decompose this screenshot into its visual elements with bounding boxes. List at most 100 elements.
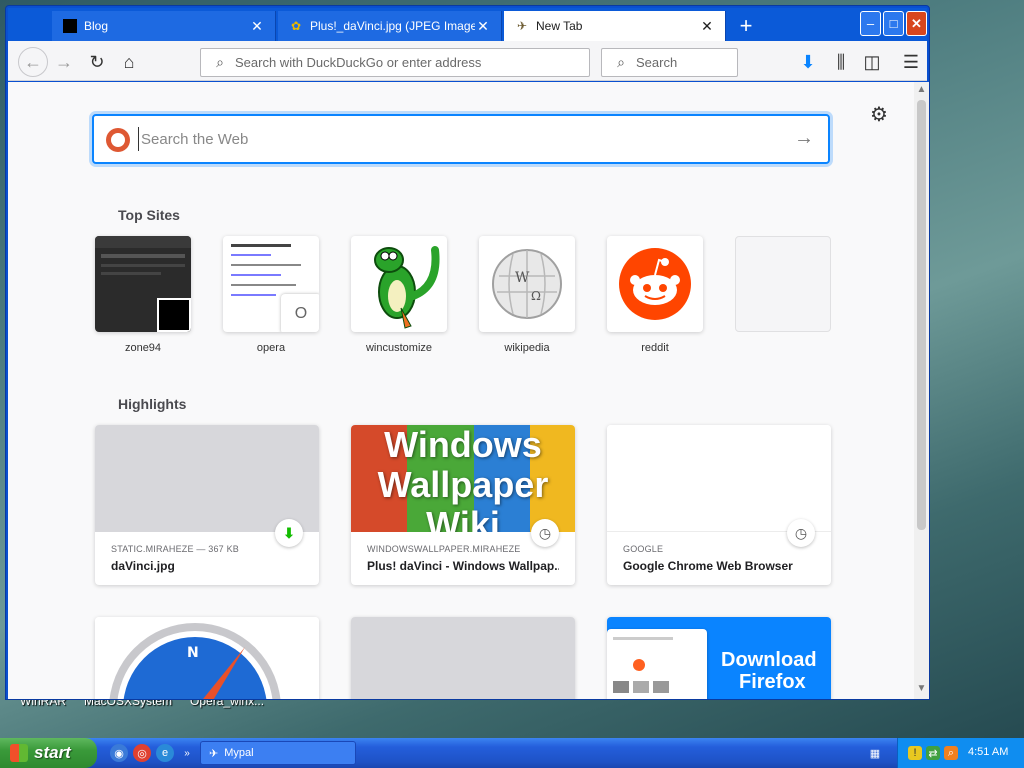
- duckduckgo-logo-icon: [106, 128, 130, 152]
- tab-new-tab[interactable]: ✈ New Tab ✕: [504, 11, 726, 41]
- home-icon[interactable]: ⌂: [117, 50, 141, 74]
- tab-bar: Blog ✕ ✿ Plus!_daVinci.jpg (JPEG Image, …: [8, 8, 927, 41]
- new-tab-plus-icon[interactable]: +: [735, 15, 757, 38]
- new-tab-page: ⚙ → Top Sites zone94: [8, 82, 914, 699]
- top-sites-heading: Top Sites: [118, 207, 180, 223]
- highlight-title: Plus! daVinci - Windows Wallpap...: [367, 559, 559, 573]
- svg-text:N: N: [187, 645, 199, 661]
- opera-thumbnail: O: [223, 236, 319, 332]
- scrollbar-thumb[interactable]: [917, 100, 926, 530]
- quicklaunch-ie-icon[interactable]: e: [156, 744, 174, 762]
- mypal-icon: ✈: [516, 19, 528, 33]
- maximize-button[interactable]: □: [883, 11, 904, 36]
- tab-title: New Tab: [536, 19, 583, 33]
- minimize-button[interactable]: –: [860, 11, 881, 36]
- quicklaunch-globe-icon[interactable]: ◉: [110, 744, 128, 762]
- highlight-card-safari[interactable]: N E: [95, 617, 319, 699]
- quicklaunch-chrome-icon[interactable]: ◎: [133, 744, 151, 762]
- top-site-reddit[interactable]: reddit: [607, 236, 703, 354]
- top-site-label: wincustomize: [365, 342, 433, 354]
- downloads-icon[interactable]: ⬇: [796, 50, 820, 74]
- safari-compass-icon: N E: [95, 617, 319, 699]
- vertical-scrollbar[interactable]: ▲ ▼: [914, 82, 929, 699]
- search-icon: ⌕: [216, 54, 224, 70]
- highlight-card-davinci[interactable]: ⬇ STATIC.MIRAHEZE — 367 KB daVinci.jpg: [95, 425, 319, 585]
- zone94-thumbnail: [95, 236, 191, 332]
- download-firefox-thumbnail: Download Firefox: [607, 617, 831, 699]
- top-site-zone94[interactable]: zone94: [95, 236, 191, 354]
- clock-icon: ◷: [531, 519, 559, 547]
- black-square-icon: [62, 18, 78, 34]
- highlight-card-google-chrome[interactable]: ◷ GOOGLE Google Chrome Web Browser: [607, 425, 831, 585]
- close-tab-icon[interactable]: ✕: [475, 18, 491, 35]
- web-search-box[interactable]: →: [92, 114, 830, 164]
- reddit-alien-icon: [607, 236, 703, 332]
- top-site-label: reddit: [641, 342, 669, 354]
- search-bar[interactable]: ⌕ Search: [601, 48, 738, 77]
- browser-window: Blog ✕ ✿ Plus!_daVinci.jpg (JPEG Image, …: [5, 5, 930, 700]
- sidebar-icon[interactable]: ◫: [860, 50, 884, 74]
- forward-arrow-icon[interactable]: →: [52, 50, 76, 74]
- tab-blog[interactable]: Blog ✕: [52, 11, 276, 41]
- tab-davinci-image[interactable]: ✿ Plus!_daVinci.jpg (JPEG Image, 80 ✕: [278, 11, 502, 41]
- clock: 4:51 AM: [968, 746, 1009, 758]
- quicklaunch-more-chevron-icon[interactable]: »: [178, 744, 196, 762]
- opera-logo-icon: O: [281, 294, 319, 332]
- highlight-thumbnail: [351, 617, 575, 699]
- scroll-down-arrow-icon[interactable]: ▼: [914, 683, 929, 697]
- security-shield-icon[interactable]: !: [908, 746, 922, 760]
- url-placeholder: Search with DuckDuckGo or enter address: [235, 55, 482, 70]
- highlight-thumbnail: [607, 425, 831, 532]
- svg-text:Ω: Ω: [531, 289, 541, 303]
- search-go-arrow-icon[interactable]: →: [794, 127, 814, 150]
- top-site-empty-slot[interactable]: [735, 236, 831, 342]
- highlight-card-windows-wallpaper[interactable]: Windows Wallpaper Wiki ◷ WINDOWSWALLPAPE…: [351, 425, 575, 585]
- highlight-source: GOOGLE: [623, 544, 664, 554]
- menu-hamburger-icon[interactable]: ☰: [899, 50, 923, 74]
- firefox-promo-text: Download: [721, 649, 817, 671]
- sunflower-icon: ✿: [290, 19, 302, 33]
- clock-icon: ◷: [787, 519, 815, 547]
- top-site-wincustomize[interactable]: wincustomize: [351, 236, 447, 354]
- back-arrow-icon[interactable]: ←: [18, 47, 48, 77]
- highlight-source: WINDOWSWALLPAPER.MIRAHEZE: [367, 544, 521, 554]
- taskbar-item-mypal[interactable]: ✈ Mypal: [200, 741, 356, 765]
- top-site-label: opera: [256, 342, 286, 354]
- task-label: Mypal: [224, 747, 254, 759]
- highlight-title: daVinci.jpg: [111, 559, 175, 573]
- system-tray: ! ⇄ ⌕ 4:51 AM: [897, 738, 1024, 768]
- empty-tile: [735, 236, 831, 332]
- start-button[interactable]: start: [0, 738, 97, 768]
- top-site-wikipedia[interactable]: W Ω wikipedia: [479, 236, 575, 354]
- wincustomize-gecko-thumbnail: [351, 236, 447, 332]
- reload-icon[interactable]: ↻: [85, 50, 109, 74]
- tab-title: Plus!_daVinci.jpg (JPEG Image, 80: [310, 19, 475, 33]
- search-icon: ⌕: [617, 54, 625, 70]
- top-site-label: wikipedia: [504, 342, 550, 354]
- close-window-button[interactable]: ✕: [906, 11, 927, 36]
- mypal-icon: ✈: [209, 747, 219, 760]
- highlight-card-blank[interactable]: [351, 617, 575, 699]
- highlight-card-firefox-download[interactable]: Download Firefox: [607, 617, 831, 699]
- library-icon[interactable]: ⫼: [829, 50, 853, 74]
- close-tab-icon[interactable]: ✕: [249, 18, 265, 35]
- highlights-heading: Highlights: [118, 396, 187, 412]
- top-site-label: zone94: [124, 342, 162, 354]
- web-search-input[interactable]: [138, 127, 778, 151]
- gear-icon[interactable]: ⚙: [870, 102, 888, 127]
- download-icon: ⬇: [275, 519, 303, 547]
- top-site-opera[interactable]: O opera: [223, 236, 319, 354]
- close-tab-icon[interactable]: ✕: [699, 18, 715, 35]
- start-label: start: [34, 743, 71, 762]
- highlight-title: Google Chrome Web Browser: [623, 559, 793, 573]
- wallpaper-text: Wallpaper: [377, 464, 549, 505]
- taskbar: start ◉ ◎ e » ✈ Mypal ▦ ! ⇄ ⌕ 4:51 AM: [0, 738, 1024, 768]
- search-tray-icon[interactable]: ⌕: [944, 746, 958, 760]
- svg-text:W: W: [515, 270, 530, 286]
- keyboard-icon[interactable]: ▦: [868, 746, 882, 760]
- wikipedia-globe-icon: W Ω: [479, 236, 575, 332]
- firefox-promo-text: Firefox: [739, 671, 806, 693]
- url-bar[interactable]: ⌕ Search with DuckDuckGo or enter addres…: [200, 48, 590, 77]
- scroll-up-arrow-icon[interactable]: ▲: [914, 84, 929, 98]
- network-icon[interactable]: ⇄: [926, 746, 940, 760]
